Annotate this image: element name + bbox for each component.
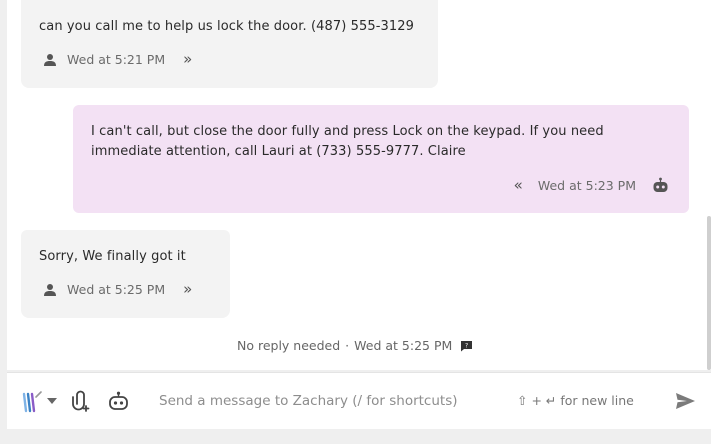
robot-icon [653, 177, 668, 192]
chevron-double-right-icon[interactable]: » [183, 52, 192, 67]
person-icon [44, 283, 56, 296]
message-composer: ⇧ + ↵ for new line [7, 372, 711, 429]
send-icon [676, 393, 695, 409]
status-label: No reply needed [237, 338, 341, 353]
message-timestamp: Wed at 5:21 PM [67, 52, 166, 67]
channel-logo-icon [22, 391, 42, 413]
status-timestamp: Wed at 5:25 PM [354, 338, 453, 353]
inbound-message: Sorry, We finally got it Wed at 5:25 PM … [21, 230, 230, 318]
message-meta: Wed at 5:21 PM » [43, 52, 192, 67]
new-line-hint: ⇧ + ↵ for new line [517, 393, 634, 408]
chevron-down-icon [47, 398, 57, 404]
svg-text:?: ? [465, 342, 468, 349]
message-meta: « Wed at 5:23 PM [514, 177, 669, 193]
robot-icon [109, 391, 128, 410]
message-timestamp: Wed at 5:23 PM [537, 177, 636, 193]
ai-assist-button[interactable] [108, 387, 129, 415]
attach-button[interactable] [71, 387, 91, 415]
message-text: can you call me to help us lock the door… [39, 19, 415, 34]
send-button[interactable] [675, 387, 696, 415]
message-thread: can you call me to help us lock the door… [7, 0, 711, 370]
channel-selector[interactable] [21, 387, 57, 415]
message-text: Sorry, We finally got it [39, 249, 186, 264]
chevron-double-left-icon[interactable]: « [514, 177, 523, 193]
attach-icon [72, 390, 90, 412]
message-text: I can't call, but close the door fully a… [91, 124, 604, 159]
thread-scrollbar[interactable] [707, 216, 711, 370]
inbound-message: can you call me to help us lock the door… [21, 0, 438, 88]
message-input[interactable] [157, 387, 491, 415]
message-timestamp: Wed at 5:25 PM [67, 282, 166, 297]
message-meta: Wed at 5:25 PM » [43, 282, 192, 297]
conversation-status: No reply needed · Wed at 5:25 PM ? [237, 338, 473, 353]
status-separator: · [345, 338, 350, 353]
chevron-double-right-icon[interactable]: » [183, 282, 192, 297]
person-icon [44, 53, 56, 66]
note-icon[interactable]: ? [460, 340, 473, 352]
outbound-message: I can't call, but close the door fully a… [73, 105, 689, 213]
